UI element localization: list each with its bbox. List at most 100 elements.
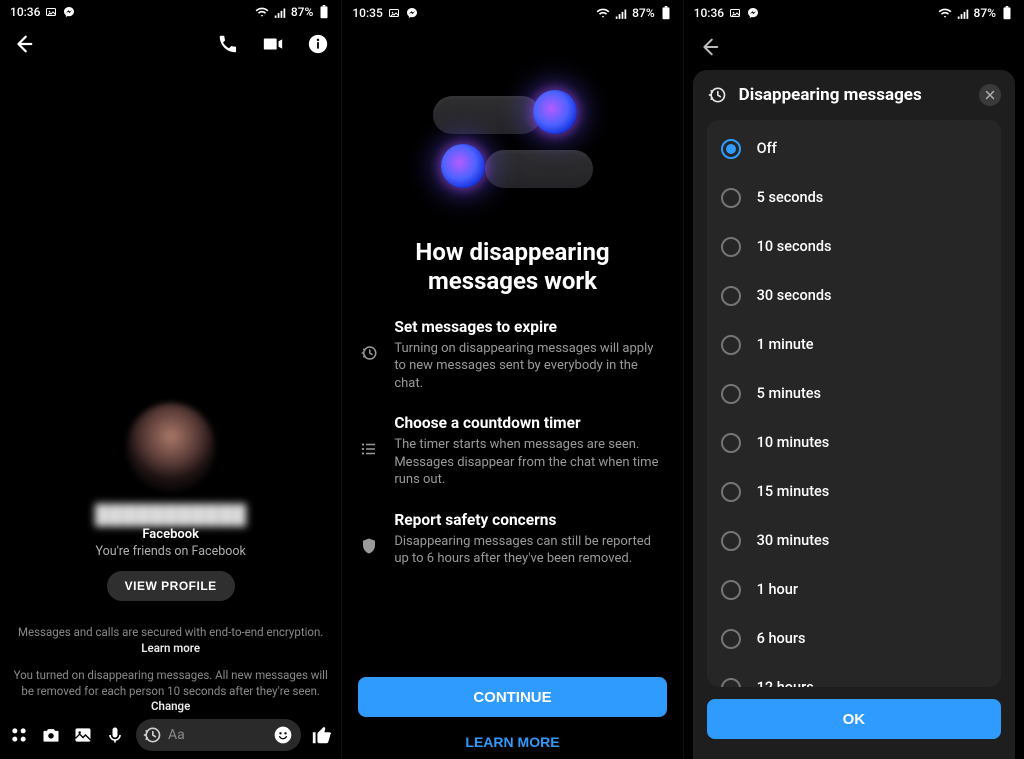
status-time: 10:35 (352, 6, 382, 20)
timer-option-label: 12 hours (757, 679, 814, 687)
radio-icon (721, 482, 741, 502)
info-item-expire: Set messages to expire Turning on disapp… (360, 318, 664, 393)
emoji-icon[interactable] (273, 725, 293, 745)
learn-more-button[interactable]: LEARN MORE (358, 725, 666, 759)
radio-icon (721, 188, 741, 208)
learn-more-link[interactable]: Learn more (141, 641, 200, 655)
status-bar: 10:36 87% (684, 0, 1024, 26)
timer-option[interactable]: 10 minutes (721, 418, 987, 467)
info-item-safety: Report safety concerns Disappearing mess… (360, 511, 664, 568)
signal-icon (273, 5, 287, 19)
radio-icon (721, 237, 741, 257)
message-input[interactable]: Aa (136, 719, 301, 751)
radio-icon (721, 580, 741, 600)
timer-option[interactable]: 15 minutes (721, 467, 987, 516)
timer-option[interactable]: 12 hours (721, 663, 987, 687)
image-indicator-icon (44, 5, 58, 19)
timer-option-label: 30 seconds (757, 287, 832, 304)
messenger-indicator-icon (62, 5, 76, 19)
screen-timer-picker: 10:36 87% D (683, 0, 1024, 759)
radio-icon (721, 678, 741, 688)
item-body: The timer starts when messages are seen.… (394, 436, 664, 489)
timer-option-label: 6 hours (757, 630, 806, 647)
gallery-icon[interactable] (72, 725, 94, 745)
view-profile-button[interactable]: VIEW PROFILE (107, 571, 235, 601)
ok-button[interactable]: OK (707, 699, 1001, 739)
close-icon[interactable] (979, 84, 1001, 106)
radio-icon (721, 139, 741, 159)
timer-option-label: 1 hour (757, 581, 798, 598)
modal-title: Disappearing messages (739, 85, 967, 105)
status-battery-pct: 87% (632, 6, 654, 20)
more-grid-icon[interactable] (8, 725, 30, 745)
contact-sub: You're friends on Facebook (14, 544, 327, 559)
timer-option-label: 5 seconds (757, 189, 824, 206)
timer-option[interactable]: 1 minute (721, 320, 987, 369)
wifi-icon (255, 5, 269, 19)
timer-option-label: 10 minutes (757, 434, 830, 451)
screen-chat: 10:36 87% (0, 0, 341, 759)
timer-option-label: 30 minutes (757, 532, 830, 549)
page-title: How disappearing messages work (360, 238, 664, 296)
timer-option[interactable]: 30 minutes (721, 516, 987, 565)
signal-icon (956, 6, 970, 20)
status-battery-pct: 87% (974, 6, 996, 20)
continue-button[interactable]: CONTINUE (358, 677, 666, 717)
signal-icon (614, 6, 628, 20)
timer-option[interactable]: 10 seconds (721, 222, 987, 271)
timer-option[interactable]: 5 seconds (721, 173, 987, 222)
image-indicator-icon (387, 6, 401, 20)
chat-header (0, 25, 341, 63)
avatar (127, 403, 215, 491)
list-icon (360, 414, 380, 489)
camera-icon[interactable] (40, 725, 62, 745)
battery-icon (317, 5, 331, 19)
radio-icon (721, 384, 741, 404)
radio-icon (721, 629, 741, 649)
contact-platform: Facebook (14, 527, 327, 542)
timer-option[interactable]: 5 minutes (721, 369, 987, 418)
disappearing-notice: You turned on disappearing messages. All… (0, 668, 341, 715)
timer-option-label: 5 minutes (757, 385, 821, 402)
item-title: Choose a countdown timer (394, 414, 664, 432)
timer-option-label: 10 seconds (757, 238, 832, 255)
info-icon[interactable] (307, 33, 329, 55)
radio-icon (721, 335, 741, 355)
message-placeholder: Aa (168, 727, 267, 743)
hero-graphic (427, 96, 597, 216)
shield-icon (360, 511, 380, 568)
battery-icon (659, 6, 673, 20)
item-body: Turning on disappearing messages will ap… (394, 340, 664, 393)
composer-row: Aa (0, 715, 341, 759)
item-title: Set messages to expire (394, 318, 664, 336)
radio-icon (721, 531, 741, 551)
history-icon (707, 85, 727, 105)
messenger-indicator-icon (405, 6, 419, 20)
contact-card: ███████████ Facebook You're friends on F… (0, 403, 341, 601)
change-link[interactable]: Change (151, 699, 190, 713)
thumbs-up-icon[interactable] (311, 724, 333, 746)
contact-name: ███████████ (14, 503, 327, 523)
messenger-indicator-icon (746, 6, 760, 20)
mic-icon[interactable] (104, 725, 126, 745)
timer-option-label: Off (757, 140, 777, 157)
image-indicator-icon (728, 6, 742, 20)
timer-option[interactable]: Off (721, 124, 987, 173)
history-icon (360, 318, 380, 393)
encryption-notice: Messages and calls are secured with end-… (0, 625, 341, 656)
screen-how-it-works: 10:35 87% (341, 0, 682, 759)
status-bar: 10:36 87% (0, 0, 341, 25)
video-call-icon[interactable] (261, 33, 285, 55)
back-arrow-icon[interactable] (698, 36, 720, 58)
status-time: 10:36 (694, 6, 724, 20)
timer-option[interactable]: 30 seconds (721, 271, 987, 320)
timer-option-label: 1 minute (757, 336, 814, 353)
timer-option[interactable]: 1 hour (721, 565, 987, 614)
info-item-timer: Choose a countdown timer The timer start… (360, 414, 664, 489)
status-battery-pct: 87% (291, 5, 313, 19)
wifi-icon (596, 6, 610, 20)
back-arrow-icon[interactable] (12, 33, 34, 55)
timer-option[interactable]: 6 hours (721, 614, 987, 663)
call-icon[interactable] (217, 33, 239, 55)
radio-icon (721, 286, 741, 306)
